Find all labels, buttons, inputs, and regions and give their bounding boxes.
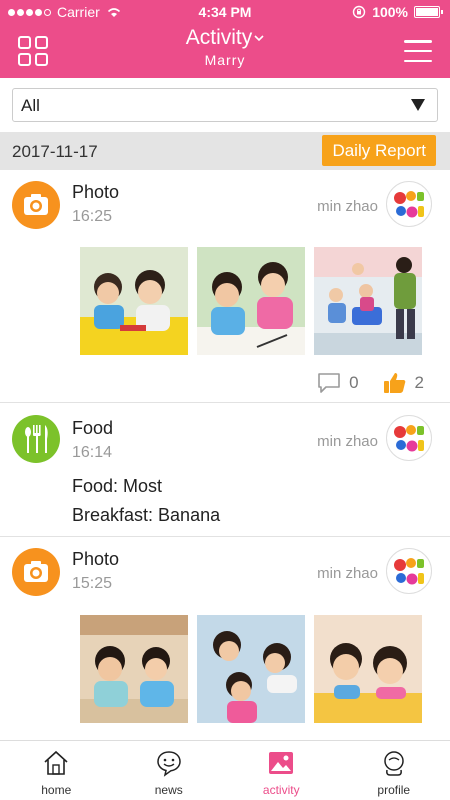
page-title: Activity [185,26,253,49]
like-button[interactable]: 2 [383,371,424,395]
nav-bar: Activity Marry [0,24,450,78]
comment-count: 0 [349,373,359,392]
tab-label: news [154,783,183,797]
camera-icon [12,548,60,596]
photo-thumbnail[interactable] [197,247,305,355]
category-filter-select[interactable]: All [12,88,438,122]
menu-line-icon [404,59,432,62]
chat-smile-icon [156,751,181,777]
entry-author: min zhao [317,565,378,582]
tab-label: activity [262,783,300,797]
activity-feed[interactable]: Photo 16:25 min zhao 0 2 Food 16:14 min … [0,170,450,740]
fork-knife-icon [12,415,60,463]
bottom-tab-bar: home news activity profile [0,740,450,800]
entry-time: 15:25 [72,575,113,592]
photo-gallery-icon [269,752,294,774]
entry-category: Photo [72,549,120,569]
feed-entry-photo[interactable]: Photo 16:25 min zhao 0 2 [0,170,450,403]
entry-author: min zhao [317,198,378,215]
entry-time: 16:14 [72,444,113,461]
comment-icon [318,373,340,393]
tab-label: profile [377,783,411,797]
daily-report-button[interactable]: Daily Report [322,135,436,166]
menu-line-icon [404,40,432,43]
photo-gallery [80,247,422,355]
home-icon [44,750,68,775]
like-count: 2 [414,373,424,392]
thumbs-up-icon [383,373,405,393]
photo-thumbnail[interactable] [80,247,188,355]
camera-icon [12,181,60,229]
rotation-lock-icon [352,5,366,19]
feed-date: 2017-11-17 [12,142,98,161]
status-right: 100% [352,4,443,20]
entry-time: 16:25 [72,208,113,225]
hamburger-menu-button[interactable] [404,40,432,62]
entry-actions: 0 2 [317,371,424,395]
photo-gallery [80,615,422,723]
school-logo-avatar[interactable] [386,548,432,594]
tab-news[interactable]: news [113,741,226,800]
entry-category: Photo [72,182,120,202]
menu-line-icon [404,49,432,53]
dropdown-caret-icon [411,99,425,111]
profile-icon [384,751,404,776]
date-bar: 2017-11-17 Daily Report [0,132,450,170]
photo-thumbnail[interactable] [197,615,305,723]
tab-home[interactable]: home [0,741,113,800]
food-detail-line: Food: Most [72,476,163,496]
photo-thumbnail[interactable] [80,615,188,723]
filter-value: All [21,96,40,115]
photo-thumbnail[interactable] [314,247,422,355]
battery-percent: 100% [372,4,408,20]
comment-button[interactable]: 0 [317,372,359,394]
school-logo-avatar[interactable] [386,415,432,461]
tab-label: home [41,783,72,797]
school-logo-icon [394,425,424,452]
tab-profile[interactable]: profile [338,741,450,800]
school-logo-avatar[interactable] [386,181,432,227]
tab-activity[interactable]: activity [225,741,338,800]
school-logo-icon [394,558,424,585]
entry-author: min zhao [317,433,378,450]
feed-entry-food[interactable]: Food 16:14 min zhao Food: Most Breakfast… [0,403,450,537]
entry-category: Food [72,418,114,438]
feed-entry-photo[interactable]: Photo 15:25 min zhao [0,537,450,740]
school-logo-icon [394,191,424,218]
page-title-dropdown[interactable]: Activity [0,26,450,50]
child-name: Marry [204,52,246,68]
photo-thumbnail[interactable] [314,615,422,723]
battery-icon [414,6,443,18]
chevron-down-icon [254,35,264,42]
app-header: Carrier 4:34 PM 100% Activity Marry [0,0,450,78]
food-detail-line: Breakfast: Banana [72,505,221,525]
status-bar: Carrier 4:34 PM 100% [0,0,450,24]
